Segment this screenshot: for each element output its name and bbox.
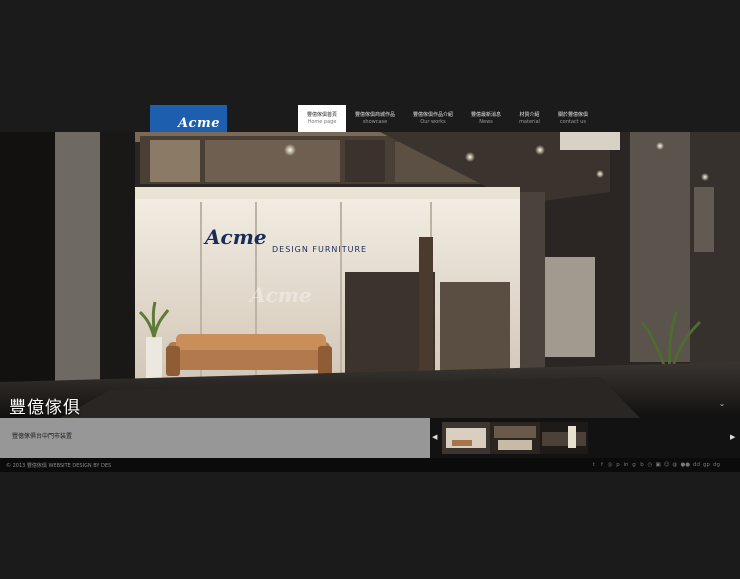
social-links: t f ◎ p in g b ◷ ▣ ☺ ◍ ●● dd gp dg [591,461,720,469]
twitter-icon[interactable]: t [591,461,596,469]
thumbnail-2[interactable] [490,422,540,454]
thumbnail-image [540,422,588,454]
blogger-icon[interactable]: b [640,461,645,469]
main-nav: 豐億傢俱首頁 Home page 豐億傢俱商城作品 showcase 豐億傢俱作… [298,105,597,132]
pinterest-icon[interactable]: p [615,461,620,469]
delicious-icon[interactable]: dg [713,461,720,469]
glass-reflection-brand: Acme [248,283,312,307]
nav-label-zh: 材質介紹 [519,111,540,118]
nav-label-zh: 關於豐億傢俱 [557,111,588,118]
nav-label-zh: 豐億傢俱作品介紹 [413,111,454,118]
flickr-icon[interactable]: ●● [680,461,690,469]
smile-icon[interactable]: ☺ [664,461,670,469]
thumbnail-3[interactable] [540,422,588,454]
nav-label-zh: 豐億傢俱首頁 [307,111,338,118]
nav-item-material[interactable]: 材質介紹 material [510,105,549,132]
nav-label-en: contact us [559,118,586,125]
digg-icon[interactable]: dd [693,461,700,469]
hero-image: Acme DESIGN FURNITURE Acme [0,132,740,418]
caret-left-icon[interactable]: ◀ [432,433,437,441]
nav-label-zh: 豐億最新消息 [471,111,502,118]
thumbnail-1[interactable] [442,422,490,454]
nav-item-contact[interactable]: 關於豐億傢俱 contact us [549,105,597,132]
chevron-double-down-icon[interactable]: ⌄ [716,398,728,410]
caret-right-icon[interactable]: ▶ [730,433,735,441]
hero-title: 豐億傢俱 [9,398,81,418]
gallery-strip: 豐億傢俱台中門市装置 ◀ ▶ [0,418,740,458]
nav-label-zh: 豐億傢俱商城作品 [355,111,396,118]
caption-text: 豐億傢俱台中門市装置 [12,433,73,440]
footer: © 2013 豐億傢俱 WEBSITE DESIGN BY DES t f ◎ … [0,458,740,472]
thumbnail-image [490,422,540,454]
storefront-photo: Acme DESIGN FURNITURE Acme [0,132,740,418]
nav-item-news[interactable]: 豐億最新消息 News [462,105,510,132]
copyright-text: © 2013 豐億傢俱 WEBSITE DESIGN BY DES [6,463,112,469]
site-logo[interactable]: Acme [150,105,227,132]
nav-label-en: material [519,118,540,125]
nav-label-en: Our works [420,118,446,125]
logo-text: Acme [177,116,220,131]
clock-icon[interactable]: ◷ [648,461,653,469]
nav-item-showcase[interactable]: 豐億傢俱商城作品 showcase [346,105,404,132]
nav-label-en: News [479,118,493,125]
caption-box: 豐億傢俱台中門市装置 [0,418,430,458]
gplay-icon[interactable]: gp [703,461,710,469]
nav-item-home[interactable]: 豐億傢俱首頁 Home page [298,105,347,132]
nav-label-en: Home page [307,118,337,125]
nav-item-our-works[interactable]: 豐億傢俱作品介紹 Our works [404,105,462,132]
storefront-sign-sub: DESIGN FURNITURE [272,245,367,254]
dribbble-icon[interactable]: ◎ [607,461,613,469]
globe-icon[interactable]: ◍ [672,461,678,469]
linkedin-icon[interactable]: in [623,461,628,469]
facebook-icon[interactable]: f [599,461,604,469]
video-icon[interactable]: ▣ [656,461,661,469]
storefront-sign-brand: Acme [203,225,267,249]
nav-label-en: showcase [362,118,388,125]
googleplus-icon[interactable]: g [632,461,637,469]
thumbnail-image [442,422,490,454]
